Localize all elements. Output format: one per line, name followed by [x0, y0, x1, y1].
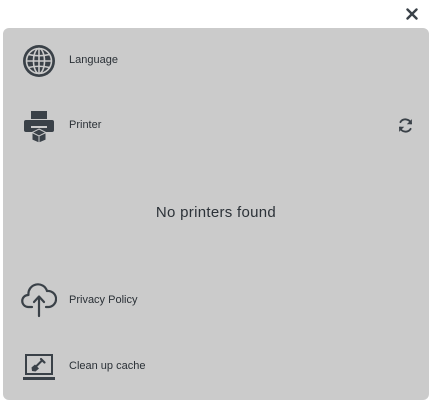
laptop-brush-icon: [21, 349, 57, 385]
printer-label: Printer: [69, 119, 102, 131]
language-label: Language: [69, 54, 118, 66]
refresh-button[interactable]: [395, 115, 415, 135]
privacy-policy-label: Privacy Policy: [69, 294, 138, 306]
printer-icon: [21, 108, 57, 144]
globe-icon: [21, 43, 57, 79]
close-button[interactable]: [404, 5, 420, 23]
clean-cache-label: Clean up cache: [69, 360, 146, 372]
settings-panel: Language Printer No printers found Priva…: [3, 28, 429, 400]
cloud-upload-icon: [21, 281, 57, 318]
no-printers-message: No printers found: [155, 204, 277, 221]
close-icon: [406, 8, 418, 20]
refresh-icon: [398, 117, 412, 133]
